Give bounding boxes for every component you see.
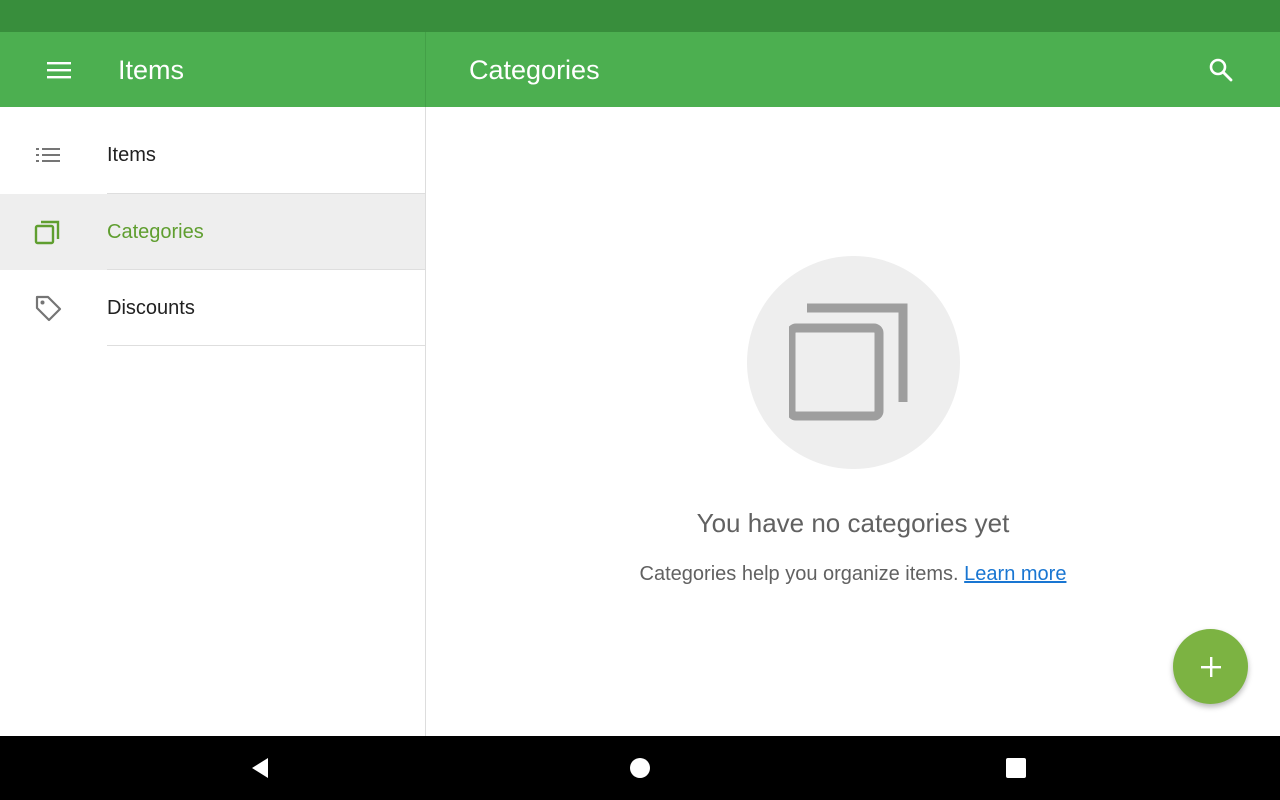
- list-icon: [28, 139, 68, 171]
- search-icon: [1209, 58, 1233, 82]
- sidebar-divider: [107, 345, 425, 346]
- add-category-button[interactable]: [1173, 629, 1248, 704]
- app-bar: Items Categories: [0, 32, 1280, 107]
- tag-icon: [28, 292, 68, 324]
- sidebar-item-categories[interactable]: Categories: [0, 194, 425, 270]
- sidebar-item-discounts[interactable]: Discounts: [0, 270, 425, 346]
- categories-icon: [788, 303, 907, 420]
- categories-icon: [28, 216, 68, 248]
- empty-state-title: You have no categories yet: [696, 508, 1010, 538]
- recents-button[interactable]: [996, 748, 1036, 788]
- home-icon: [630, 758, 650, 778]
- page-title: Categories: [469, 55, 600, 85]
- back-button[interactable]: [240, 748, 280, 788]
- sidebar-title: Items: [118, 55, 185, 85]
- search-button[interactable]: [1196, 45, 1246, 95]
- plus-icon: [1200, 656, 1221, 677]
- status-bar: [0, 0, 1280, 32]
- menu-icon: [47, 62, 71, 79]
- system-navigation-bar: [0, 736, 1280, 800]
- sidebar-item-label: Items: [107, 144, 156, 166]
- home-button[interactable]: [620, 748, 660, 788]
- empty-state-description: Categories help you organize items. Lear…: [426, 563, 1280, 586]
- empty-state-text: Categories help you organize items.: [639, 563, 959, 585]
- recents-icon: [1006, 758, 1026, 778]
- learn-more-link[interactable]: Learn more: [964, 563, 1066, 585]
- back-icon: [252, 758, 268, 778]
- appbar-divider: [425, 32, 426, 107]
- sidebar-item-label: Discounts: [107, 297, 195, 319]
- empty-state-illustration: [747, 256, 960, 469]
- sidebar-border: [425, 107, 426, 736]
- menu-button[interactable]: [34, 45, 84, 95]
- sidebar-item-items[interactable]: Items: [0, 117, 425, 193]
- sidebar-item-label: Categories: [107, 221, 204, 243]
- sidebar: Items Categories Discounts: [0, 107, 425, 736]
